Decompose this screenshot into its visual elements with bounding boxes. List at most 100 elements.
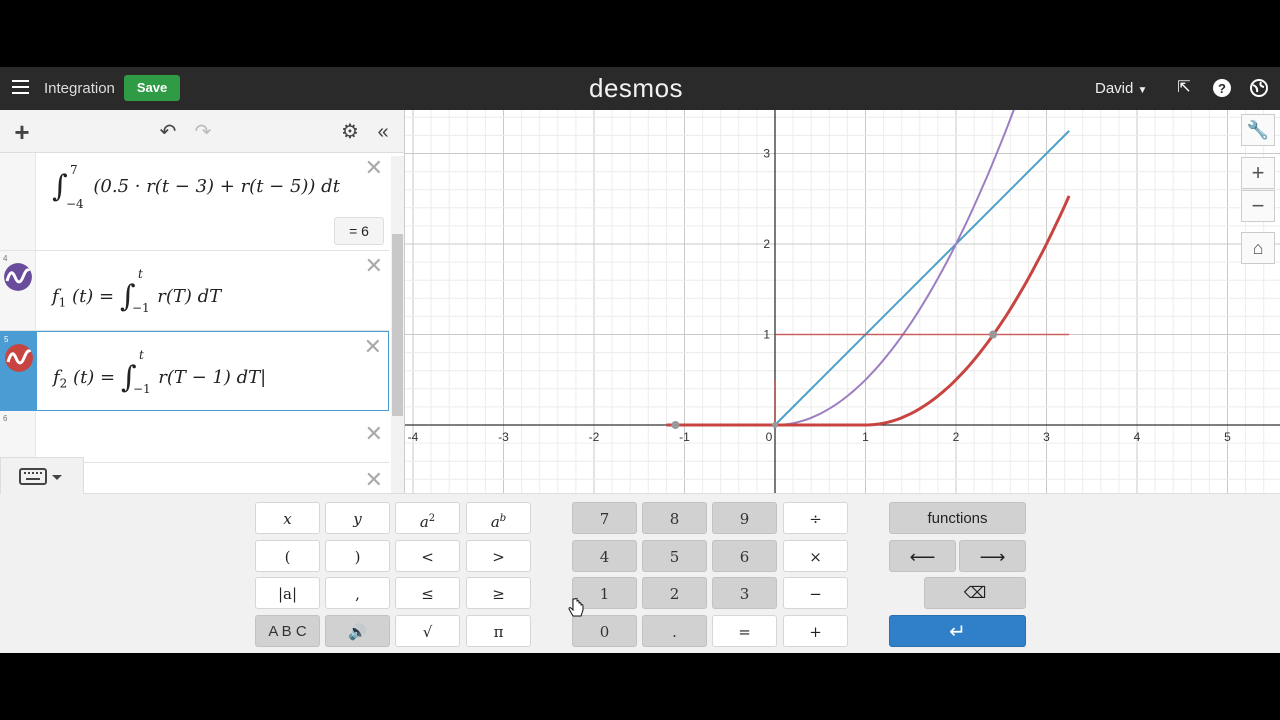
function-name: f [52, 286, 59, 307]
user-name: David [1095, 80, 1134, 97]
enter-icon[interactable]: ↵ [889, 615, 1026, 647]
cursor-right-arrow-icon[interactable]: ⟶ [959, 540, 1026, 572]
key-number[interactable]: 2 [642, 577, 707, 609]
key-base: a [419, 513, 429, 531]
x-tick-label: -1 [679, 430, 690, 444]
expression-tab [0, 153, 36, 250]
key->[interactable]: > [466, 540, 531, 572]
text-cursor: | [260, 367, 267, 388]
graph-title[interactable]: Integration [44, 80, 115, 97]
key-<[interactable]: < [395, 540, 460, 572]
caret-down-icon: ▼ [1137, 85, 1148, 96]
delete-expression-icon[interactable]: ✕ [365, 467, 383, 493]
y-tick-label: 3 [763, 147, 770, 161]
function-argument: (t) = [73, 367, 116, 388]
graph-canvas[interactable]: -4 -3 -2 -1 0 1 2 3 4 5 1 2 3 [405, 110, 1280, 493]
key-square[interactable]: a2 [395, 502, 460, 534]
collapse-panel-icon[interactable]: « [370, 119, 396, 145]
x-tick-label: -3 [498, 430, 509, 444]
delete-expression-icon[interactable]: ✕ [365, 155, 383, 181]
key-number[interactable]: 8 [642, 502, 707, 534]
expression-list-panel: + ↶ ↷ ⚙ « ✕ ∫ 7 −4 (0.5 · r(t − 3) + r(t… [0, 110, 405, 493]
expression-math[interactable]: ∫ 7 −4 (0.5 · r(t − 3) + r(t − 5)) dt [52, 163, 340, 211]
integrand: r(T) dT [157, 286, 222, 307]
expression-tab: 5 [1, 332, 37, 410]
key-sqrt[interactable]: √ [395, 615, 460, 647]
delete-expression-icon[interactable]: ✕ [364, 334, 382, 360]
key-)[interactable]: ) [325, 540, 390, 572]
expression-math[interactable]: f1 (t) = ∫ t −1 r(T) dT [52, 267, 222, 315]
key-number[interactable]: . [642, 615, 707, 647]
x-tick-label: 5 [1224, 430, 1231, 444]
hamburger-menu-icon[interactable] [12, 80, 29, 94]
key-,[interactable]: , [325, 577, 390, 609]
zoom-in-icon[interactable]: + [1241, 157, 1275, 189]
key-≤[interactable]: ≤ [395, 577, 460, 609]
functions-button[interactable]: functions [889, 502, 1026, 534]
key-power[interactable]: ab [466, 502, 531, 534]
user-menu[interactable]: David ▼ [1095, 80, 1147, 97]
x-tick-label: 3 [1043, 430, 1050, 444]
x-tick-label: 2 [953, 430, 960, 444]
key-x[interactable]: x [255, 502, 320, 534]
integral-lower-limit: −4 [66, 197, 84, 211]
key-number[interactable]: 4 [572, 540, 637, 572]
f2-curve-red [666, 195, 1071, 427]
language-globe-icon[interactable] [1249, 78, 1269, 98]
backspace-icon[interactable]: ⌫ [924, 577, 1026, 609]
expression-item-selected[interactable]: 5 ✕ f2 (t) = ∫ t −1 r(T − 1) dT| [0, 331, 389, 411]
zoom-out-icon[interactable]: − [1241, 190, 1275, 222]
scrollbar-thumb[interactable] [392, 234, 403, 416]
keyboard-toggle-icon[interactable] [0, 457, 84, 494]
origin-point [772, 422, 778, 428]
integral-upper-limit: 7 [70, 163, 78, 177]
key-absolute[interactable]: |a| [255, 577, 320, 609]
share-icon[interactable]: ⇱ [1174, 78, 1194, 98]
default-viewport-home-icon[interactable]: ⌂ [1241, 232, 1275, 264]
y-tick-label: 2 [763, 237, 770, 251]
expression-item[interactable]: 4 ✕ f1 (t) = ∫ t −1 r(T) dT [0, 251, 389, 331]
key-number[interactable]: 6 [712, 540, 777, 572]
integrand: r(T − 1) dT [158, 367, 261, 388]
key-number[interactable]: 9 [712, 502, 777, 534]
key-pi[interactable]: π [466, 615, 531, 647]
graph-settings-wrench-icon[interactable]: 🔧 [1241, 114, 1275, 146]
key-number[interactable]: 5 [642, 540, 707, 572]
key-abc[interactable]: A B C [255, 615, 320, 647]
add-item-plus-icon[interactable]: + [9, 119, 35, 145]
expression-math[interactable]: f2 (t) = ∫ t −1 r(T − 1) dT| [53, 348, 267, 396]
function-subscript: 2 [59, 376, 68, 391]
undo-icon[interactable]: ↶ [155, 119, 181, 145]
expression-item[interactable]: ✕ ∫ 7 −4 (0.5 · r(t − 3) + r(t − 5)) dt … [0, 153, 389, 251]
key-([interactable]: ( [255, 540, 320, 572]
speaker-icon[interactable]: 🔊 [325, 615, 390, 647]
key-number[interactable]: 7 [572, 502, 637, 534]
speaker-icon: 🔊 [348, 623, 367, 641]
key-≥[interactable]: ≥ [466, 577, 531, 609]
redo-icon[interactable]: ↷ [190, 119, 216, 145]
help-icon[interactable]: ? [1212, 78, 1232, 98]
curve-color-icon[interactable] [5, 344, 33, 372]
top-bar: Integration Save desmos David ▼ ⇱ ? [0, 67, 1280, 110]
expression-item-empty[interactable]: 6 ✕ [0, 411, 389, 463]
curve-color-icon[interactable] [4, 263, 32, 291]
key-y[interactable]: y [325, 502, 390, 534]
key-number[interactable]: 3 [712, 577, 777, 609]
x-tick-label: 1 [862, 430, 869, 444]
desmos-app: Integration Save desmos David ▼ ⇱ ? + ↶ … [0, 67, 1280, 653]
graph-curves [666, 110, 1071, 429]
settings-gear-icon[interactable]: ⚙ [337, 119, 363, 145]
graph-axes [405, 110, 1280, 493]
key-operator[interactable]: × [783, 540, 848, 572]
save-button[interactable]: Save [124, 75, 180, 101]
key-operator[interactable]: ÷ [783, 502, 848, 534]
delete-expression-icon[interactable]: ✕ [365, 421, 383, 447]
key-operator[interactable]: + [783, 615, 848, 647]
math-keypad: x y a2 ab() < > |a|, ≤ ≥ A B C 🔊 √ π 7 8 9 ÷ 4 5 6 × 1 2 3−0. =… [0, 457, 1280, 653]
delete-expression-icon[interactable]: ✕ [365, 253, 383, 279]
cursor-left-arrow-icon[interactable]: ⟵ [889, 540, 956, 572]
graph-paper[interactable]: -4 -3 -2 -1 0 1 2 3 4 5 1 2 3 🔧 + − ⌂ [405, 110, 1280, 493]
expression-number: 6 [3, 414, 8, 423]
key-operator[interactable]: − [783, 577, 848, 609]
key-operator[interactable]: = [712, 615, 777, 647]
